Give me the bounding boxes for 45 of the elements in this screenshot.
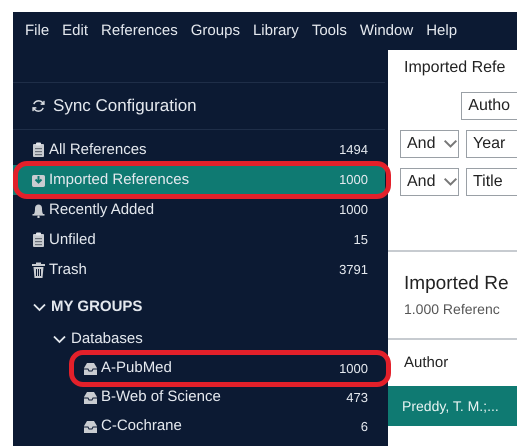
- search-field-selector[interactable]: Autho: [461, 92, 517, 120]
- reference-count: 1.000 Referenc: [404, 300, 501, 318]
- menu-item[interactable]: File: [25, 20, 50, 42]
- menu-item[interactable]: Window: [360, 20, 414, 42]
- item-count: 1000: [339, 171, 368, 190]
- inbox-tray-icon: [83, 418, 98, 434]
- reference-row[interactable]: Preddy, T. M.;...: [388, 386, 517, 426]
- group-header[interactable]: MY GROUPS: [51, 296, 142, 318]
- group-folder[interactable]: Databases: [71, 328, 143, 351]
- item-count: 1000: [339, 201, 368, 220]
- item-count: 1494: [339, 141, 368, 160]
- item-count: 473: [346, 388, 368, 407]
- item-count: 3791: [339, 261, 368, 280]
- item-count: 15: [354, 231, 368, 250]
- menu-item[interactable]: Library: [252, 20, 299, 42]
- menu-item[interactable]: Groups: [190, 20, 240, 42]
- download-tray-icon: [31, 172, 46, 188]
- menu-item[interactable]: Help: [426, 20, 458, 42]
- inbox-tray-icon: [83, 390, 98, 406]
- operator-dropdown[interactable]: And: [400, 130, 459, 158]
- operator-dropdown[interactable]: And: [400, 168, 459, 196]
- menu-item[interactable]: References: [101, 20, 178, 42]
- trash-icon: [31, 262, 46, 278]
- sync-icon: [31, 98, 46, 114]
- item-count: 1000: [339, 360, 368, 378]
- sync-configuration-link[interactable]: Sync Configuration: [53, 93, 197, 119]
- menu-item[interactable]: Edit: [62, 20, 88, 42]
- sidebar-item[interactable]: Unfiled 15: [13, 225, 385, 255]
- bell-icon: [31, 202, 46, 218]
- clipboard-icon: [31, 232, 46, 248]
- item-count: 6: [360, 418, 368, 436]
- column-header[interactable]: Author: [404, 352, 448, 374]
- inbox-tray-icon: [83, 360, 98, 376]
- sidebar-item[interactable]: A-PubMed 1000: [13, 354, 385, 383]
- search-field-selector[interactable]: Year: [466, 130, 517, 158]
- clipboard-icon: [31, 142, 46, 158]
- menu-item[interactable]: Tools: [312, 20, 347, 42]
- panel-title: Imported Refe: [403, 58, 506, 78]
- sidebar-item[interactable]: All References 1494: [13, 135, 385, 165]
- sidebar-item[interactable]: Trash 3791: [13, 255, 385, 285]
- sidebar-item[interactable]: C-Cochrane 6: [13, 412, 385, 441]
- search-field-selector[interactable]: Title: [466, 168, 517, 196]
- sidebar-item[interactable]: B-Web of Science 473: [13, 383, 385, 412]
- sidebar-item[interactable]: Recently Added 1000: [13, 195, 385, 225]
- list-title: Imported Re: [404, 272, 510, 296]
